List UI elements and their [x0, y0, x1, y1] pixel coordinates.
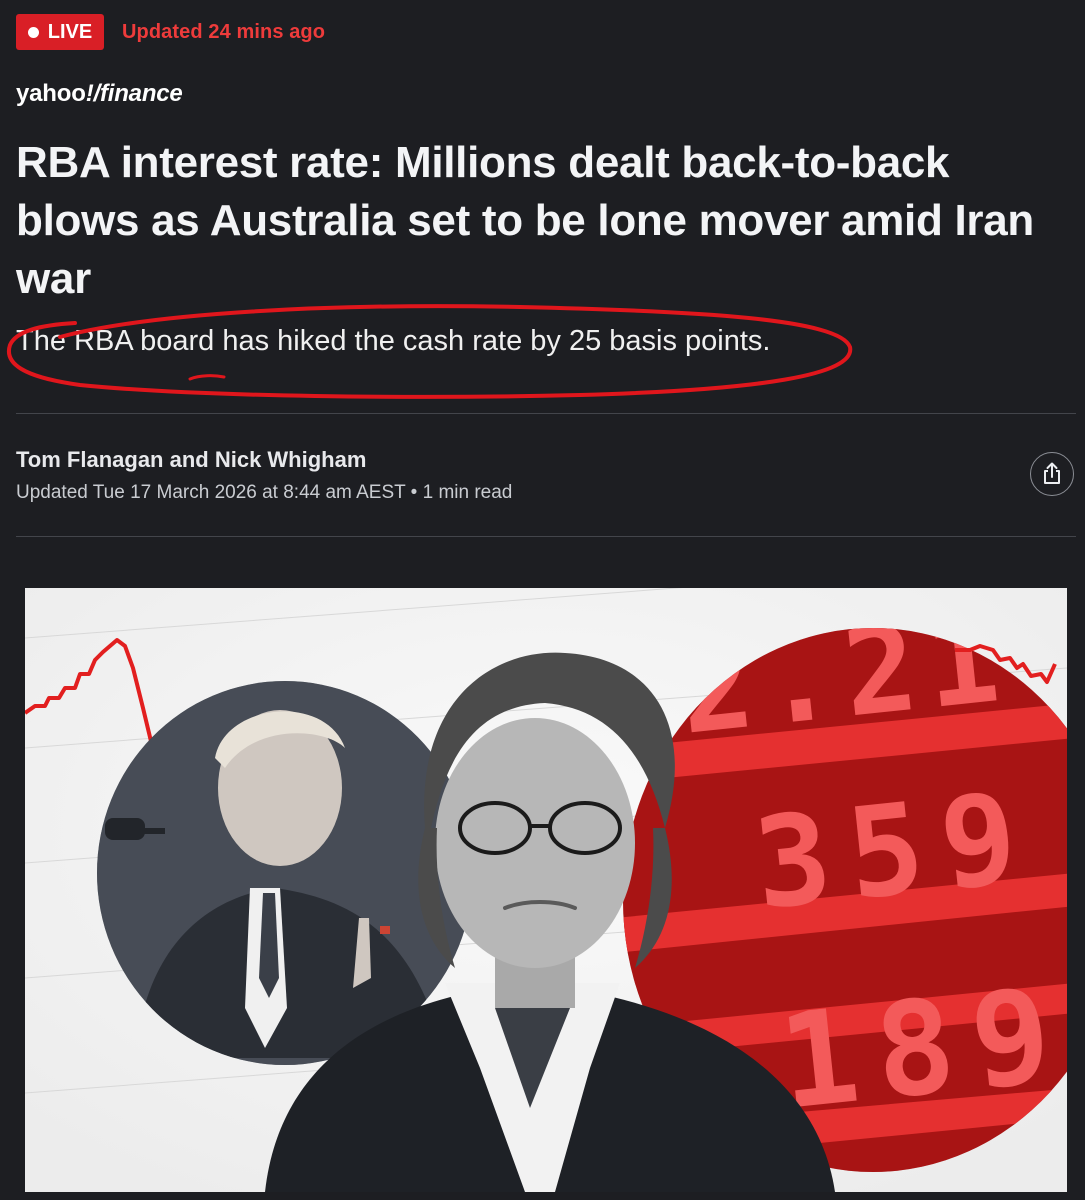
- share-icon: [1044, 462, 1060, 484]
- share-button[interactable]: [1030, 452, 1074, 496]
- live-badge[interactable]: LIVE: [16, 14, 104, 50]
- article-headline: RBA interest rate: Millions dealt back-t…: [16, 138, 1034, 303]
- article-subheadline: The RBA board has hiked the cash rate by…: [16, 325, 771, 357]
- divider-bottom: [16, 536, 1076, 537]
- live-dot-icon: [27, 26, 39, 38]
- logo-finance: finance: [99, 80, 183, 107]
- article-authors[interactable]: Tom Flanagan and Nick Whigham: [16, 447, 366, 473]
- board-digits-row2: 359: [748, 764, 1041, 937]
- logo-yahoo: yahoo: [16, 80, 86, 107]
- live-status-row: LIVE Updated 24 mins ago: [16, 14, 325, 50]
- divider-top: [16, 413, 1076, 414]
- live-label: LIVE: [47, 20, 93, 43]
- updated-ago-text: Updated 24 mins ago: [122, 20, 326, 43]
- article-meta: Updated Tue 17 March 2026 at 8:44 am AES…: [16, 482, 513, 503]
- board-digits-row3: 189: [772, 957, 1067, 1138]
- hero-illustration: 2.21 359 189: [25, 588, 1067, 1192]
- hero-image[interactable]: 2.21 359 189: [25, 588, 1067, 1192]
- yahoo-finance-logo[interactable]: yahoo!/finance: [16, 80, 183, 108]
